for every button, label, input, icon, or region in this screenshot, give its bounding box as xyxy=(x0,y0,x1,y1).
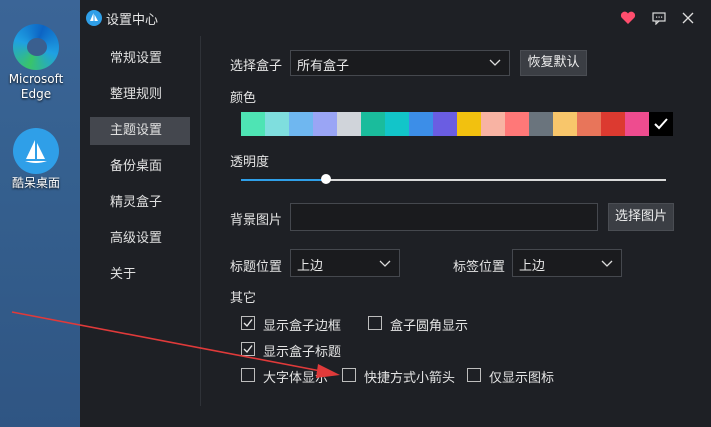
other-label: 其它 xyxy=(230,291,257,306)
opacity-slider-fill xyxy=(241,179,326,181)
color-swatch[interactable] xyxy=(505,112,529,136)
color-swatch[interactable] xyxy=(289,112,313,136)
color-swatch[interactable] xyxy=(385,112,409,136)
checkbox[interactable] xyxy=(241,316,255,330)
desktop-icon-kuo[interactable]: 酷呆桌面 xyxy=(4,128,68,191)
checkmark-icon xyxy=(654,118,668,130)
kuo-desktop-icon xyxy=(13,128,59,174)
bg-image-path-input[interactable] xyxy=(290,203,598,231)
tag-position-value: 上边 xyxy=(519,259,546,274)
title-position-value: 上边 xyxy=(297,259,324,274)
box-select[interactable]: 所有盒子 xyxy=(290,50,510,76)
choose-image-button[interactable]: 选择图片 xyxy=(608,203,674,231)
color-swatch[interactable] xyxy=(313,112,337,136)
tag-position-label: 标签位置 xyxy=(453,260,506,275)
sidebar-item-about[interactable]: 关于 xyxy=(90,261,190,289)
option-label: 仅显示图标 xyxy=(489,371,555,386)
heart-icon[interactable] xyxy=(618,8,638,28)
color-swatch[interactable] xyxy=(601,112,625,136)
bg-image-label: 背景图片 xyxy=(230,213,283,228)
box-select-label: 选择盒子 xyxy=(230,59,283,74)
settings-sidebar: 常规设置 整理规则 主题设置 备份桌面 精灵盒子 高级设置 关于 xyxy=(80,36,200,406)
tag-position-select[interactable]: 上边 xyxy=(512,249,622,277)
color-swatch[interactable] xyxy=(457,112,481,136)
color-swatch[interactable] xyxy=(529,112,553,136)
checkbox[interactable] xyxy=(241,368,255,382)
checkmark-icon xyxy=(243,345,253,354)
color-swatch[interactable] xyxy=(433,112,457,136)
sidebar-item-backup[interactable]: 备份桌面 xyxy=(90,153,190,181)
color-swatch[interactable] xyxy=(241,112,265,136)
color-swatch[interactable] xyxy=(337,112,361,136)
edge-icon xyxy=(13,24,59,70)
desktop-icon-edge[interactable]: Microsoft Edge xyxy=(4,24,68,102)
color-swatch[interactable] xyxy=(481,112,505,136)
settings-window: 设置中心 常规设置 整理规则 主题设置 备份桌面 精灵盒子 高级设置 关于 选择… xyxy=(80,0,711,427)
opacity-slider-handle[interactable] xyxy=(321,174,331,184)
sidebar-item-sprite-box[interactable]: 精灵盒子 xyxy=(90,189,190,217)
checkbox[interactable] xyxy=(342,368,356,382)
color-swatch[interactable] xyxy=(577,112,601,136)
color-swatch[interactable] xyxy=(361,112,385,136)
desktop-icon-label: Edge xyxy=(20,87,52,101)
app-logo-icon xyxy=(86,10,102,26)
box-select-value: 所有盒子 xyxy=(297,59,350,74)
chevron-down-icon xyxy=(489,59,501,66)
checkbox[interactable] xyxy=(467,368,481,382)
sidebar-item-general[interactable]: 常规设置 xyxy=(90,45,190,73)
desktop-icon-label: Microsoft xyxy=(8,72,64,86)
option-label: 显示盒子标题 xyxy=(263,345,342,360)
color-label: 颜色 xyxy=(230,91,257,106)
checkbox[interactable] xyxy=(368,316,382,330)
sidebar-divider xyxy=(200,36,201,406)
window-title: 设置中心 xyxy=(106,13,159,28)
sidebar-item-rules[interactable]: 整理规则 xyxy=(90,81,190,109)
settings-content: 常规设置 整理规则 主题设置 备份桌面 精灵盒子 高级设置 关于 选择盒子 所有… xyxy=(80,36,711,427)
title-bar[interactable]: 设置中心 xyxy=(80,0,711,36)
checkmark-icon xyxy=(243,319,253,328)
color-swatch[interactable] xyxy=(625,112,649,136)
chevron-down-icon xyxy=(601,260,613,267)
color-swatches xyxy=(241,112,673,136)
desktop-icon-label: 酷呆桌面 xyxy=(11,176,60,190)
close-icon[interactable] xyxy=(678,8,698,28)
opacity-label: 透明度 xyxy=(230,155,270,170)
sidebar-item-advanced[interactable]: 高级设置 xyxy=(90,225,190,253)
reset-default-button[interactable]: 恢复默认 xyxy=(520,50,587,76)
option-label: 大字体显示 xyxy=(263,371,329,386)
feedback-icon[interactable] xyxy=(649,8,669,28)
title-position-label: 标题位置 xyxy=(230,260,283,275)
desktop-background: Microsoft Edge 酷呆桌面 xyxy=(0,0,80,427)
sidebar-item-theme[interactable]: 主题设置 xyxy=(90,117,190,145)
color-swatch[interactable] xyxy=(649,112,673,136)
option-label: 显示盒子边框 xyxy=(263,319,342,334)
chevron-down-icon xyxy=(379,260,391,267)
option-label: 快捷方式小箭头 xyxy=(364,371,456,386)
color-swatch[interactable] xyxy=(409,112,433,136)
checkbox[interactable] xyxy=(241,342,255,356)
color-swatch[interactable] xyxy=(553,112,577,136)
option-label: 盒子圆角显示 xyxy=(390,319,469,334)
title-position-select[interactable]: 上边 xyxy=(290,249,400,277)
color-swatch[interactable] xyxy=(265,112,289,136)
